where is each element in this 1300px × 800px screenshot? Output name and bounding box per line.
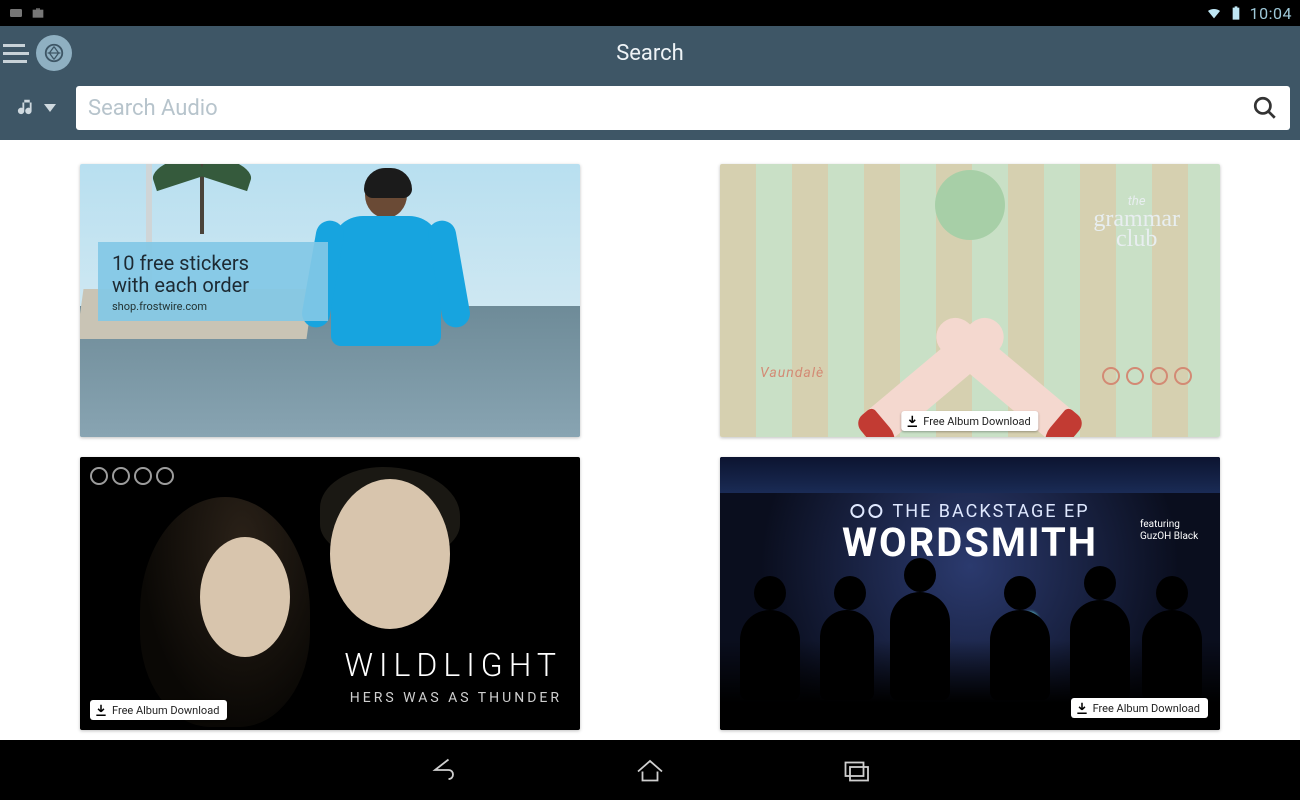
download-icon <box>1075 701 1089 715</box>
promo-line2: with each order <box>112 274 314 296</box>
promo-line1: 10 free stickers <box>112 252 314 274</box>
download-label: Free Album Download <box>923 415 1030 428</box>
menu-button[interactable] <box>0 26 32 80</box>
download-label: Free Album Download <box>112 704 219 717</box>
search-icon[interactable] <box>1252 95 1278 121</box>
app-logo[interactable] <box>36 35 72 71</box>
status-right: 10:04 <box>1206 4 1292 23</box>
back-button[interactable] <box>426 752 462 788</box>
notification-icon <box>8 5 24 21</box>
album-sideword: Vaundalè <box>760 365 824 381</box>
album-title: WORDSMITH <box>842 519 1098 566</box>
license-badges <box>90 467 174 485</box>
download-icon <box>94 703 108 717</box>
album-card-grammar-club[interactable]: the grammar club Vaundalè Free Album Dow… <box>720 164 1220 437</box>
album-featuring: featuring GuzOH Black <box>1140 519 1198 543</box>
album-title: WILDLIGHT <box>344 646 562 684</box>
battery-icon <box>1228 5 1244 21</box>
notification-icon <box>30 5 46 21</box>
download-badge[interactable]: Free Album Download <box>901 411 1038 431</box>
results-grid: 10 free stickers with each order shop.fr… <box>0 140 1300 740</box>
download-label: Free Album Download <box>1093 702 1200 715</box>
page-title: Search <box>616 41 684 66</box>
recent-apps-button[interactable] <box>838 752 874 788</box>
home-button[interactable] <box>632 752 668 788</box>
promo-overlay: 10 free stickers with each order shop.fr… <box>98 242 328 321</box>
status-clock: 10:04 <box>1250 4 1292 23</box>
search-box <box>76 86 1290 130</box>
album-card-wildlight[interactable]: WILDLIGHT HERS WAS AS THUNDER Free Album… <box>80 457 580 730</box>
wifi-icon <box>1206 5 1222 21</box>
album-brand: the grammar club <box>1093 194 1180 249</box>
album-card-wordsmith[interactable]: THE BACKSTAGE EP WORDSMITH featuring Guz… <box>720 457 1220 730</box>
download-badge[interactable]: Free Album Download <box>1071 698 1208 718</box>
album-subtitle: HERS WAS AS THUNDER <box>350 690 562 706</box>
chevron-down-icon <box>44 104 56 112</box>
promo-card-stickers[interactable]: 10 free stickers with each order shop.fr… <box>80 164 580 437</box>
android-status-bar: 10:04 <box>0 0 1300 26</box>
search-input[interactable] <box>88 96 1252 121</box>
decorative-circles <box>1102 367 1192 385</box>
download-icon <box>905 414 919 428</box>
status-left <box>8 5 46 21</box>
app-header: Search <box>0 26 1300 80</box>
download-badge[interactable]: Free Album Download <box>90 700 227 720</box>
android-nav-bar <box>0 740 1300 800</box>
music-note-icon <box>16 97 38 119</box>
search-category-dropdown[interactable] <box>6 86 66 130</box>
search-row <box>0 80 1300 140</box>
promo-subtext: shop.frostwire.com <box>112 300 314 313</box>
